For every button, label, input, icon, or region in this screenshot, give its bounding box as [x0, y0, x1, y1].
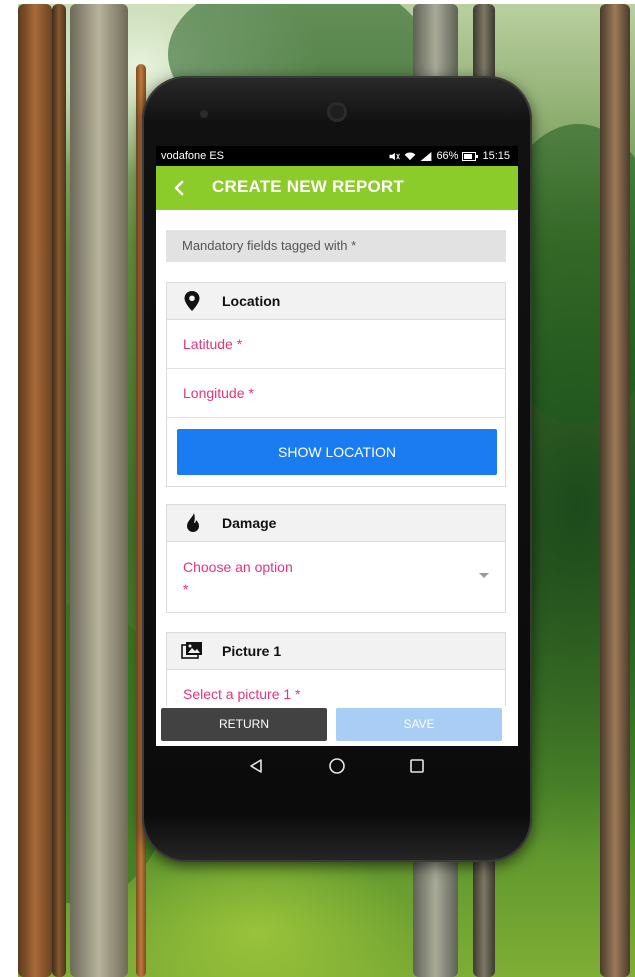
clock: 15:15	[482, 150, 510, 162]
app-bar: CREATE NEW REPORT	[156, 166, 518, 210]
home-circle-icon	[329, 758, 345, 774]
tree-trunk	[600, 4, 630, 977]
mandatory-notice: Mandatory fields tagged with *	[166, 230, 506, 262]
proximity-sensor	[200, 110, 208, 118]
picture-card: Picture 1 Select a picture 1 *	[166, 632, 506, 706]
picture-select-label: Select a picture 1 *	[183, 686, 301, 702]
pictures-icon	[181, 642, 202, 659]
tree-trunk	[18, 4, 52, 977]
return-button[interactable]: RETURN	[161, 708, 327, 741]
nav-back-button[interactable]	[244, 754, 268, 778]
save-button[interactable]: SAVE	[336, 708, 502, 741]
status-bar: vodafone ES 66% 15:15	[156, 146, 518, 166]
location-header: Location	[167, 283, 505, 320]
nav-recents-button[interactable]	[405, 754, 429, 778]
latitude-label: Latitude *	[183, 336, 243, 352]
chevron-left-icon	[174, 180, 184, 196]
damage-select-label: Choose an option *	[183, 559, 293, 597]
bottom-action-bar: RETURN SAVE	[156, 706, 518, 746]
app-screen: vodafone ES 66% 15:15 CREATE NEW REPORT …	[156, 146, 518, 746]
longitude-field[interactable]: Longitude *	[167, 369, 505, 418]
drop-icon	[187, 513, 199, 532]
status-icons: 66% 15:15	[388, 150, 510, 162]
show-location-row: SHOW LOCATION	[167, 418, 505, 486]
location-card: Location Latitude * Longitude * SHOW LOC…	[166, 282, 506, 487]
damage-header: Damage	[167, 505, 505, 542]
picture-header: Picture 1	[167, 633, 505, 670]
wifi-icon	[405, 151, 416, 160]
tree-trunk	[70, 4, 128, 977]
nav-home-button[interactable]	[325, 754, 349, 778]
map-pin-icon	[184, 291, 200, 311]
mute-icon	[389, 152, 401, 160]
longitude-label: Longitude *	[183, 385, 254, 401]
location-title: Location	[222, 293, 281, 309]
android-nav-bar	[156, 746, 518, 786]
signal-icon	[421, 151, 432, 161]
front-camera	[327, 102, 347, 122]
picture-select[interactable]: Select a picture 1 *	[167, 670, 505, 706]
tree-trunk	[52, 4, 66, 977]
dropdown-caret-icon	[479, 573, 489, 578]
damage-select[interactable]: Choose an option *	[167, 542, 505, 612]
back-triangle-icon	[250, 759, 262, 773]
picture-title: Picture 1	[222, 643, 282, 659]
battery-icon	[462, 151, 479, 161]
back-button[interactable]	[166, 174, 192, 202]
damage-card: Damage Choose an option *	[166, 504, 506, 613]
show-location-button[interactable]: SHOW LOCATION	[177, 429, 497, 475]
carrier-name: vodafone ES	[161, 150, 224, 162]
latitude-field[interactable]: Latitude *	[167, 320, 505, 369]
battery-percent: 66%	[436, 150, 459, 162]
damage-title: Damage	[222, 515, 277, 531]
page-title: CREATE NEW REPORT	[212, 177, 404, 196]
recents-square-icon	[410, 759, 424, 773]
form-content[interactable]: Mandatory fields tagged with * Location …	[156, 210, 518, 706]
